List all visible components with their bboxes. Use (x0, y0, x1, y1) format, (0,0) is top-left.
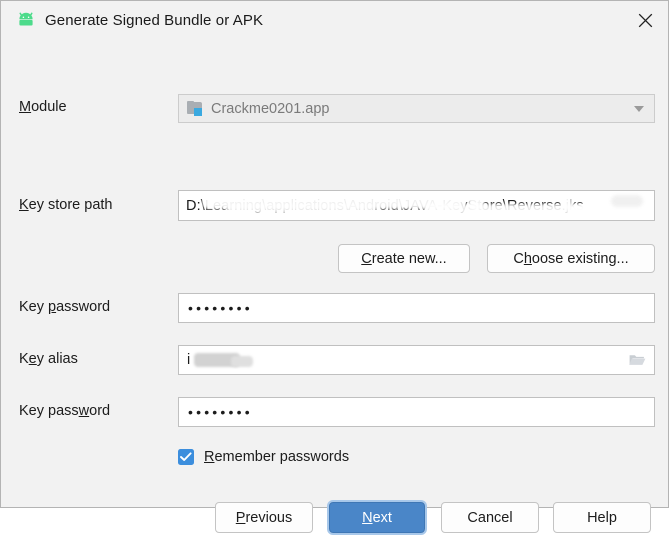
module-selected-value: Crackme0201.app (211, 100, 330, 117)
android-robot-icon (16, 10, 36, 30)
previous-accel: P (235, 509, 246, 526)
remember-passwords-checkbox[interactable] (178, 449, 194, 465)
choose-existing-label: oose existing... (531, 250, 629, 267)
key-password-label: Key password (19, 403, 110, 419)
create-new-accel: C (361, 250, 372, 267)
keystore-password-label-suffix: assword (56, 299, 111, 315)
keystore-path-input[interactable]: D:\ Learning\applications\Android\JAVA-Ke… (178, 190, 655, 221)
redaction-smudge (584, 205, 650, 215)
next-accel: N (362, 509, 373, 526)
keystore-password-label-prefix: Key (19, 299, 49, 315)
create-new-button[interactable]: Create new... (338, 244, 470, 273)
cancel-button[interactable]: Cancel (441, 502, 539, 533)
module-folder-icon (187, 101, 204, 116)
keystore-path-label-accel: K (19, 197, 29, 213)
previous-button[interactable]: Previous (215, 502, 313, 533)
next-button[interactable]: Next (327, 500, 427, 535)
key-alias-label-prefix: K (19, 351, 29, 367)
choose-existing-accel: h (523, 250, 532, 267)
choose-existing-prefix: C (513, 250, 524, 267)
key-alias-value: i (187, 352, 191, 368)
next-button-inner: Next (329, 502, 425, 533)
dialog-body: Module Crackme0201.app Key store path D:… (1, 39, 668, 535)
key-password-label-prefix: Key pass (19, 403, 79, 419)
key-alias-input[interactable]: i (178, 345, 655, 375)
folder-open-icon[interactable] (620, 346, 654, 374)
keystore-password-input[interactable]: •••••••• (178, 293, 655, 323)
key-alias-value-wrap: i (187, 346, 620, 374)
redaction-smudge (611, 195, 643, 207)
title-bar: Generate Signed Bundle or APK (1, 1, 668, 39)
key-password-input[interactable]: •••••••• (178, 397, 655, 427)
module-label: Module (19, 99, 67, 115)
module-combobox[interactable]: Crackme0201.app (178, 94, 655, 123)
remember-passwords-accel: R (204, 449, 215, 465)
create-new-label: reate new... (371, 250, 447, 267)
keystore-password-value: •••••••• (188, 300, 253, 316)
keystore-path-value-start: D:\ (186, 197, 205, 214)
remember-passwords-text: emember passwords (214, 449, 350, 465)
checkmark-icon (180, 452, 192, 461)
previous-label: revious (245, 509, 293, 526)
keystore-path-value-end: Reverse.jks (506, 197, 584, 214)
key-alias-label-suffix: y alias (36, 351, 78, 367)
generate-signed-bundle-dialog: Generate Signed Bundle or APK Module Cra… (0, 0, 669, 535)
keystore-password-label-accel: p (48, 299, 57, 315)
module-label-accel: M (19, 99, 32, 115)
cancel-label: Cancel (467, 509, 513, 526)
keystore-path-value-wrap: D:\ Learning\applications\Android\JAVA-Ke… (186, 191, 654, 220)
help-label: Help (587, 509, 617, 526)
key-password-label-suffix: ord (89, 403, 111, 419)
close-icon[interactable] (622, 1, 668, 39)
keystore-password-label: Key password (19, 299, 110, 315)
key-password-label-accel: w (78, 403, 90, 419)
keystore-path-value-mid: Learning\applications\Android\JAVA-KeySt… (204, 197, 507, 214)
next-label: ext (372, 509, 392, 526)
key-alias-label-accel: e (28, 351, 37, 367)
key-alias-label: Key alias (19, 351, 78, 367)
keystore-path-label: Key store path (19, 197, 113, 213)
help-button[interactable]: Help (553, 502, 651, 533)
choose-existing-button[interactable]: Ch oose existing... (487, 244, 655, 273)
module-label-suffix: odule (31, 99, 67, 115)
remember-passwords-label: Remember passwords (204, 449, 349, 465)
dialog-title: Generate Signed Bundle or APK (45, 11, 264, 29)
chevron-down-icon[interactable] (624, 95, 654, 122)
keystore-path-label-suffix: ey store path (28, 197, 113, 213)
key-password-value: •••••••• (188, 404, 253, 420)
redaction-blob (231, 356, 253, 367)
remember-passwords-row[interactable]: Remember passwords (178, 449, 349, 465)
